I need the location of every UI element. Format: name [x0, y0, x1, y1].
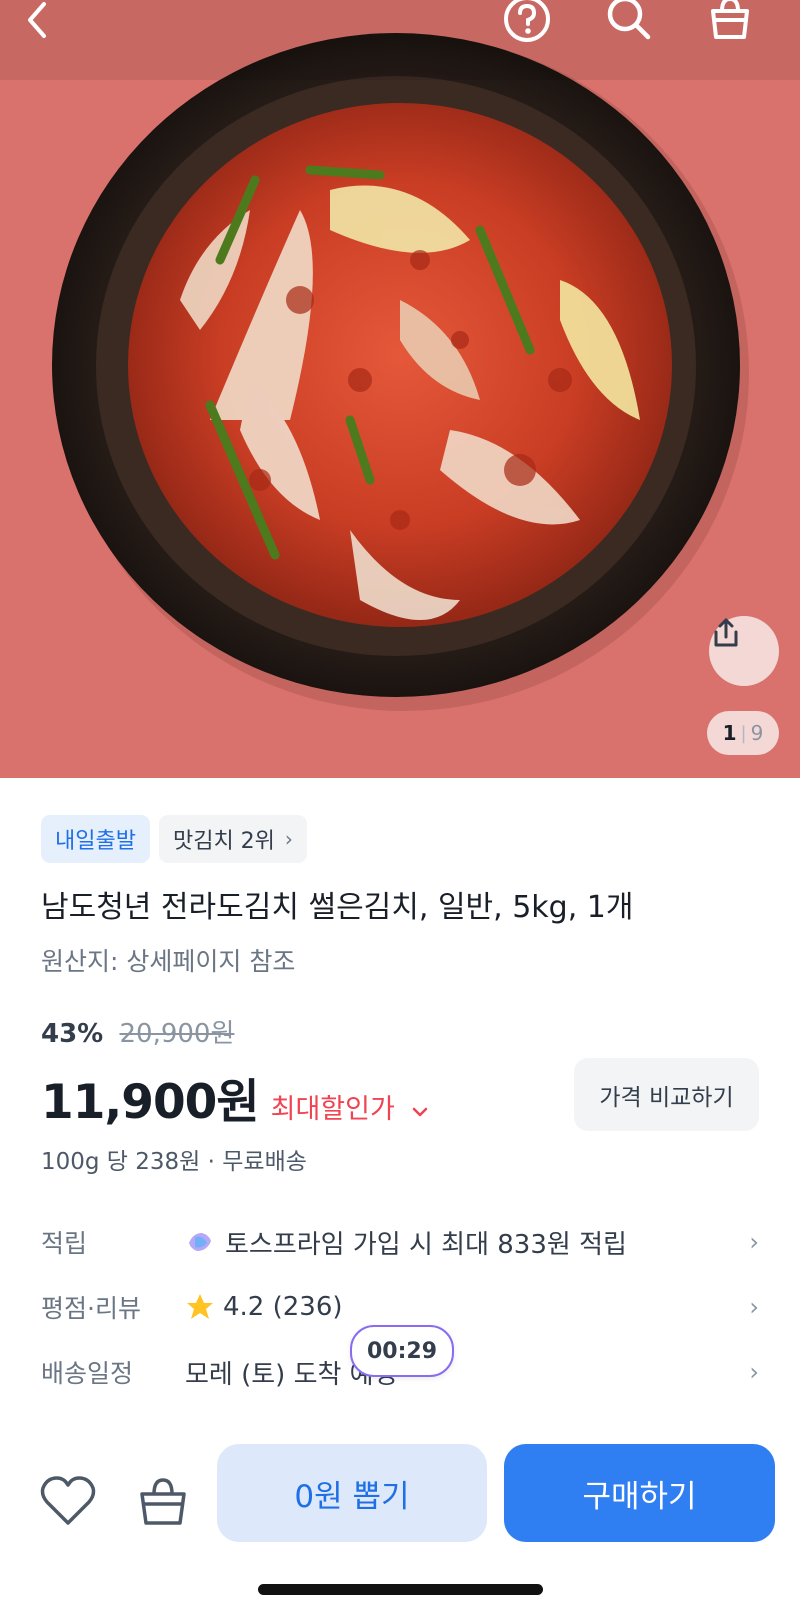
share-icon	[714, 618, 738, 647]
zero-won-draw-label: 0원 뽑기	[294, 1478, 410, 1515]
reward-label: 적립	[41, 1229, 88, 1258]
price-compare-label: 가격 비교하기	[599, 1084, 734, 1111]
countdown-timer: 00:29	[350, 1325, 454, 1377]
product-photo	[0, 0, 800, 778]
zero-won-draw-button[interactable]: 0원 뽑기	[217, 1444, 487, 1542]
rating-value: 4.2 (236)	[223, 1292, 343, 1322]
help-button[interactable]	[501, 0, 561, 53]
current-image-index: 1	[722, 721, 737, 745]
price-compare-button[interactable]: 가격 비교하기	[574, 1058, 759, 1131]
back-button[interactable]	[22, 0, 82, 60]
cart-button[interactable]	[705, 0, 765, 53]
chevron-right-icon: ›	[284, 827, 293, 851]
home-indicator[interactable]	[258, 1584, 543, 1595]
sale-price: 11,900원	[41, 1075, 260, 1130]
search-button[interactable]	[604, 0, 664, 53]
max-discount-toggle[interactable]: 최대할인가	[271, 1087, 430, 1126]
shipping-badge: 내일출발	[41, 815, 150, 863]
counter-separator: |	[740, 722, 747, 744]
rating-row[interactable]: 평점·리뷰 4.2 (236) ›	[41, 1283, 759, 1331]
max-discount-label: 최대할인가	[270, 1094, 395, 1125]
shipping-badge-label: 내일출발	[55, 829, 136, 854]
toss-prime-icon	[189, 1233, 211, 1251]
rating-label: 평점·리뷰	[41, 1294, 141, 1323]
wishlist-button[interactable]	[33, 1466, 103, 1536]
price-row: 11,900원 최대할인가	[41, 1063, 429, 1132]
discount-row: 43% 20,900원	[41, 1013, 234, 1050]
buy-button-label: 구매하기	[582, 1478, 697, 1515]
shopping-bag-icon	[711, 0, 749, 39]
ranking-badge[interactable]: 맛김치 2위 ›	[158, 815, 307, 863]
product-image-gallery[interactable]: 1 | 9	[0, 0, 800, 778]
reward-row[interactable]: 적립 토스프라임 가입 시 최대 833원 적립 ›	[41, 1218, 759, 1266]
chevron-right-icon: ›	[749, 1358, 759, 1386]
original-price: 20,900원	[119, 1019, 235, 1049]
ranking-badge-label: 맛김치 2위	[172, 829, 275, 854]
heart-icon	[40, 1476, 96, 1525]
product-title: 남도청년 전라도김치 썰은김치, 일반, 5kg, 1개	[41, 890, 634, 925]
delivery-value: 모레 (토) 도착 예정	[185, 1359, 398, 1390]
add-to-cart-button[interactable]	[128, 1466, 198, 1536]
share-button[interactable]	[709, 616, 779, 686]
total-image-count: 9	[750, 721, 764, 745]
badge-row: 내일출발 맛김치 2위 ›	[41, 815, 307, 863]
buy-button[interactable]: 구매하기	[504, 1444, 775, 1542]
shopping-bag-icon	[140, 1478, 186, 1525]
chevron-right-icon: ›	[749, 1228, 759, 1256]
discount-percent: 43%	[41, 1019, 104, 1049]
chevron-right-icon: ›	[749, 1293, 759, 1321]
product-origin: 원산지: 상세페이지 참조	[41, 947, 296, 976]
reward-value: 토스프라임 가입 시 최대 833원 적립	[225, 1229, 627, 1260]
image-page-counter: 1 | 9	[707, 711, 779, 755]
question-circle-icon	[504, 0, 550, 42]
chevron-left-icon	[28, 2, 46, 38]
unit-price-shipping: 100g 당 238원 · 무료배송	[41, 1149, 307, 1175]
delivery-label: 배송일정	[41, 1359, 134, 1388]
star-icon	[187, 1294, 213, 1319]
search-icon	[607, 0, 651, 40]
chevron-down-icon	[413, 1107, 428, 1117]
